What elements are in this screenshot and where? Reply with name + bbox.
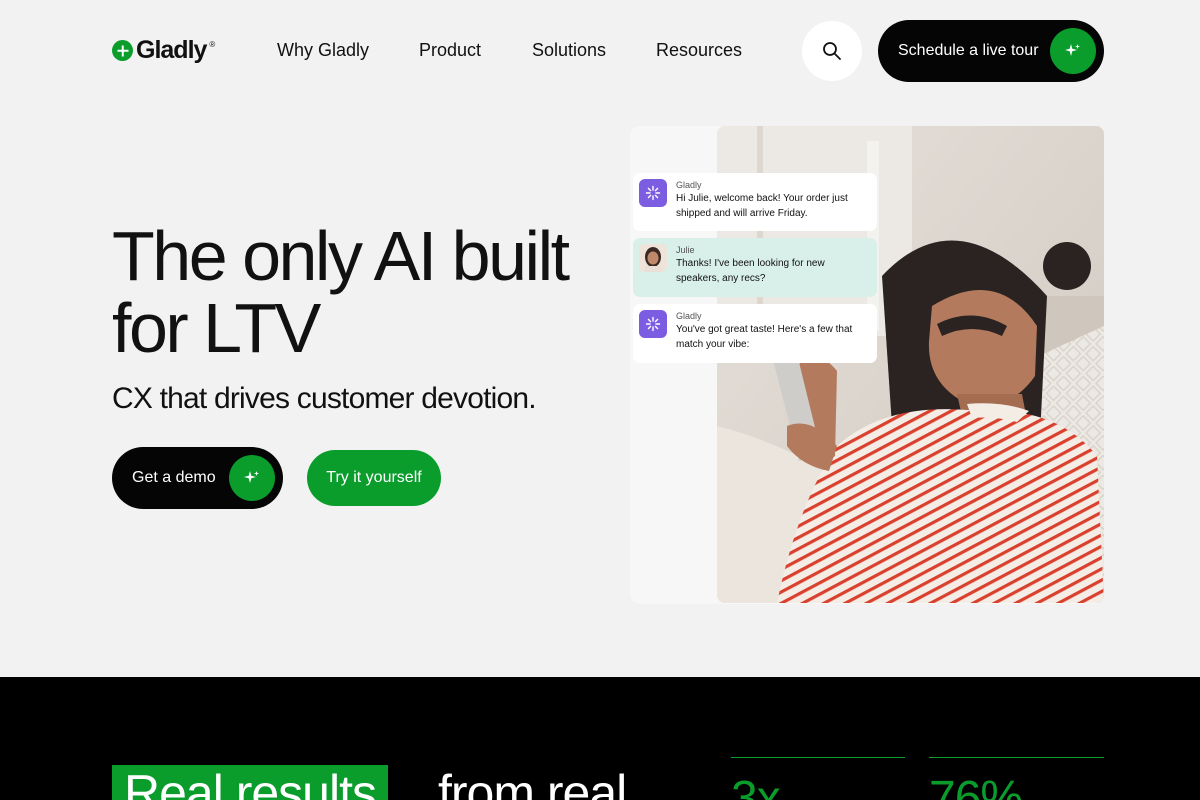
stat-divider: [731, 757, 905, 758]
schedule-tour-label: Schedule a live tour: [898, 42, 1039, 59]
nav-why-gladly[interactable]: Why Gladly: [277, 40, 369, 61]
chat-sender: Gladly: [676, 180, 702, 190]
nav-solutions[interactable]: Solutions: [532, 40, 606, 61]
nav-resources[interactable]: Resources: [656, 40, 742, 61]
chat-message-gladly: Gladly Hi Julie, welcome back! Your orde…: [633, 173, 877, 231]
plus-circle-icon: [112, 40, 133, 61]
results-highlight: Real results: [112, 765, 388, 800]
results-heading: from real: [438, 765, 627, 800]
try-it-button[interactable]: Try it yourself: [307, 450, 441, 506]
chat-text: Thanks! I've been looking for new speake…: [676, 258, 825, 284]
registered-mark: ®: [209, 40, 216, 49]
gladly-ai-icon: [639, 179, 667, 207]
get-demo-button[interactable]: Get a demo: [112, 447, 283, 509]
hero-subtitle: CX that drives customer devotion.: [112, 382, 537, 415]
search-icon: [823, 42, 841, 60]
chat-message-gladly: Gladly You've got great taste! Here's a …: [633, 304, 877, 363]
search-button[interactable]: [802, 21, 862, 81]
avatar: [639, 244, 667, 272]
results-section: Real results from real 3x 76%: [0, 677, 1200, 800]
chat-sender: Julie: [676, 245, 695, 255]
schedule-tour-button[interactable]: Schedule a live tour: [878, 20, 1104, 82]
sparkle-icon: [1050, 28, 1096, 74]
nav-product[interactable]: Product: [419, 40, 481, 61]
stat-value: 76%: [929, 772, 1023, 800]
get-demo-label: Get a demo: [132, 469, 216, 486]
logo-text: Gladly: [136, 36, 207, 64]
chat-text: Hi Julie, welcome back! Your order just …: [676, 193, 848, 219]
stat-value: 3x: [731, 772, 781, 800]
gladly-ai-icon: [639, 310, 667, 338]
hero-title: The only AI built for LTV: [112, 217, 570, 367]
chat-sender: Gladly: [676, 311, 702, 321]
logo[interactable]: Gladly ®: [112, 36, 215, 65]
chat-message-julie: Julie Thanks! I've been looking for new …: [633, 238, 877, 297]
chat-text: You've got great taste! Here's a few tha…: [676, 324, 853, 350]
stat-divider: [929, 757, 1104, 758]
try-it-label: Try it yourself: [326, 469, 422, 486]
sparkle-icon: [229, 455, 275, 501]
